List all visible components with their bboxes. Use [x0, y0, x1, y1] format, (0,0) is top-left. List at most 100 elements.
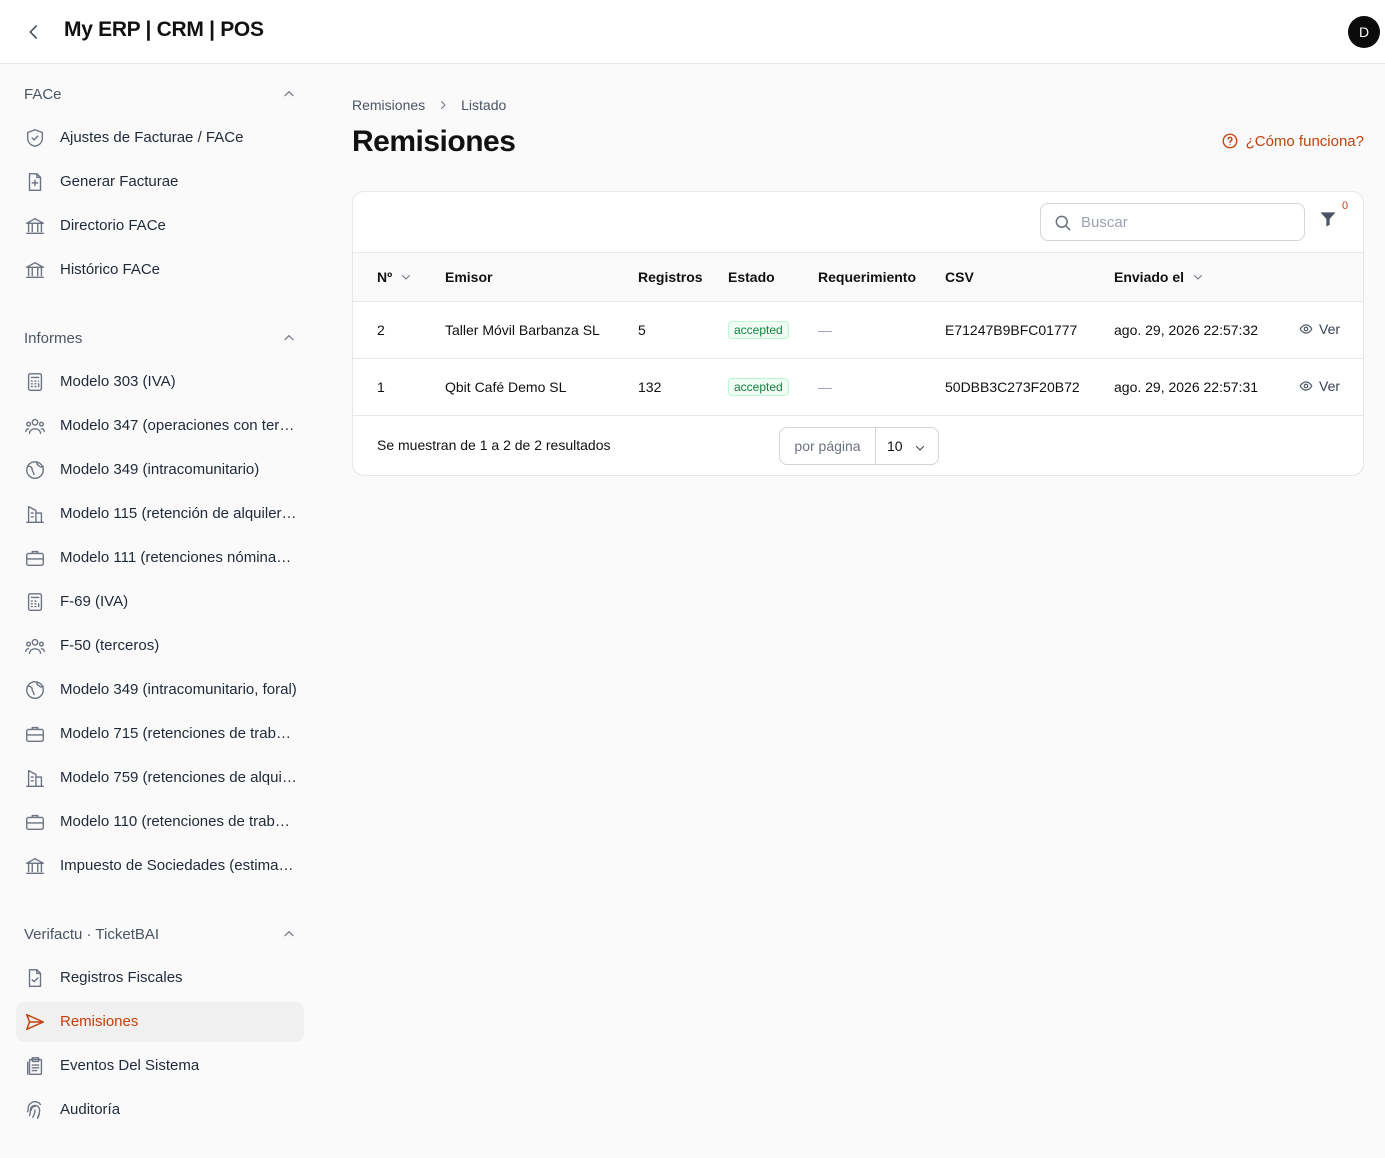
sidebar-item-label: Modelo 115 (retención de alquileres): [60, 505, 298, 522]
sidebar-item-label: Ajustes de Facturae / FACe: [60, 129, 244, 146]
chevron-up-icon: [284, 931, 294, 937]
calculator-icon: [24, 591, 46, 613]
sidebar: FACe Ajustes de Facturae / FACe Generar …: [0, 65, 320, 1158]
sidebar-item-modelo-349-foral[interactable]: Modelo 349 (intracomunitario, foral): [16, 670, 304, 710]
cell-requerimiento: —: [818, 322, 832, 338]
breadcrumb-current: Listado: [461, 97, 507, 113]
globe-icon: [24, 679, 46, 701]
sidebar-item-label: Impuesto de Sociedades (estimación): [60, 857, 298, 874]
sidebar-item-auditoria[interactable]: Auditoría: [16, 1090, 304, 1130]
chevron-right-icon: [437, 99, 449, 111]
column-header-emisor: Emisor: [445, 269, 493, 285]
column-header-registros: Registros: [638, 269, 703, 285]
building-library-icon: [24, 259, 46, 281]
sidebar-group-verifactu[interactable]: Verifactu · TicketBAI: [24, 922, 296, 946]
paper-airplane-icon: [24, 1011, 46, 1033]
search-input[interactable]: [1081, 212, 1296, 232]
sidebar-item-modelo-347[interactable]: Modelo 347 (operaciones con terceros): [16, 406, 304, 446]
view-button[interactable]: Ver: [1299, 321, 1340, 337]
sidebar-item-label: Modelo 759 (retenciones de alquileres): [60, 769, 298, 786]
status-badge: accepted: [728, 321, 789, 339]
per-page-label: por página: [780, 428, 876, 464]
building-library-icon: [24, 215, 46, 237]
cell-csv: 50DBB3C273F20B72: [945, 379, 1080, 395]
remisiones-table-card: 0 Nº Emisor Registros Estado Requerimien…: [352, 191, 1364, 476]
sidebar-item-modelo-759[interactable]: Modelo 759 (retenciones de alquileres): [16, 758, 304, 798]
funnel-icon: [1320, 212, 1336, 227]
per-page-select[interactable]: 10: [876, 428, 938, 464]
help-link-label: ¿Cómo funciona?: [1245, 132, 1364, 150]
briefcase-icon: [24, 811, 46, 833]
chevron-down-icon: [1194, 275, 1203, 280]
sidebar-item-ajustes-facturae[interactable]: Ajustes de Facturae / FACe: [16, 118, 304, 158]
cell-registros: 5: [638, 322, 646, 338]
sidebar-group-informes[interactable]: Informes: [24, 326, 296, 350]
cell-enviado: ago. 29, 2026 22:57:31: [1114, 379, 1259, 395]
chevron-down-icon: [402, 275, 411, 280]
sidebar-item-registros-fiscales[interactable]: Registros Fiscales: [16, 958, 304, 998]
chevron-down-icon: [915, 445, 925, 451]
results-summary: Se muestran de 1 a 2 de 2 resultados: [377, 437, 611, 453]
sidebar-item-directorio-face[interactable]: Directorio FACe: [16, 206, 304, 246]
sidebar-item-label: Directorio FACe: [60, 217, 166, 234]
sidebar-item-modelo-303[interactable]: Modelo 303 (IVA): [16, 362, 304, 402]
sidebar-item-label: F-69 (IVA): [60, 593, 129, 610]
sidebar-item-label: Modelo 715 (retenciones de trabajo): [60, 725, 298, 742]
user-avatar[interactable]: D: [1348, 16, 1380, 48]
sidebar-item-eventos-sistema[interactable]: Eventos Del Sistema: [16, 1046, 304, 1086]
filter-button[interactable]: [1318, 209, 1342, 233]
column-header-enviado[interactable]: Enviado el: [1114, 269, 1204, 285]
status-badge: accepted: [728, 378, 789, 396]
table-header: Nº Emisor Registros Estado Requerimiento…: [353, 252, 1363, 302]
question-circle-icon: [1222, 133, 1238, 149]
fingerprint-icon: [24, 1099, 46, 1121]
building-office-icon: [24, 767, 46, 789]
filter-count-badge: 0: [1342, 200, 1349, 212]
table-row: 2 Taller Móvil Barbanza SL 5 accepted — …: [353, 302, 1363, 359]
sidebar-item-label: Generar Facturae: [60, 173, 179, 190]
cell-emisor: Qbit Café Demo SL: [445, 379, 567, 395]
sidebar-item-label: Modelo 110 (retenciones de trabajo): [60, 813, 298, 830]
page-title: Remisiones: [352, 125, 516, 158]
help-link[interactable]: ¿Cómo funciona?: [1221, 132, 1364, 150]
briefcase-icon: [24, 547, 46, 569]
back-button[interactable]: [22, 20, 46, 44]
sidebar-item-modelo-349[interactable]: Modelo 349 (intracomunitario): [16, 450, 304, 490]
eye-icon: [1299, 324, 1313, 334]
sidebar-item-remisiones[interactable]: Remisiones: [16, 1002, 304, 1042]
search-field[interactable]: [1040, 203, 1305, 241]
sidebar-item-label: F-50 (terceros): [60, 637, 160, 654]
per-page-value: 10: [887, 438, 903, 454]
sidebar-item-f-69[interactable]: F-69 (IVA): [16, 582, 304, 622]
view-button-label: Ver: [1319, 378, 1341, 394]
cell-num: 1: [377, 379, 385, 395]
sidebar-item-modelo-110[interactable]: Modelo 110 (retenciones de trabajo): [16, 802, 304, 842]
search-icon: [1055, 215, 1071, 231]
sidebar-item-label: Modelo 349 (intracomunitario, foral): [60, 681, 297, 698]
breadcrumb-parent[interactable]: Remisiones: [352, 97, 425, 113]
view-button[interactable]: Ver: [1299, 378, 1340, 394]
sidebar-item-historico-face[interactable]: Histórico FACe: [16, 250, 304, 290]
sidebar-item-f-50[interactable]: F-50 (terceros): [16, 626, 304, 666]
sidebar-item-modelo-715[interactable]: Modelo 715 (retenciones de trabajo): [16, 714, 304, 754]
document-check-icon: [24, 967, 46, 989]
column-header-csv: CSV: [945, 269, 974, 285]
sidebar-item-modelo-111[interactable]: Modelo 111 (retenciones nóminas y profes…: [16, 538, 304, 578]
sidebar-item-generar-facturae[interactable]: Generar Facturae: [16, 162, 304, 202]
column-header-num[interactable]: Nº: [377, 269, 412, 285]
view-button-label: Ver: [1319, 321, 1341, 337]
sidebar-item-impuesto-sociedades[interactable]: Impuesto de Sociedades (estimación): [16, 846, 304, 886]
sidebar-item-modelo-115[interactable]: Modelo 115 (retención de alquileres): [16, 494, 304, 534]
cell-requerimiento: —: [818, 379, 832, 395]
column-header-requerimiento: Requerimiento: [818, 269, 917, 285]
document-plus-icon: [24, 171, 46, 193]
sidebar-item-label: Remisiones: [60, 1013, 139, 1030]
briefcase-icon: [24, 723, 46, 745]
sidebar-group-face[interactable]: FACe: [24, 82, 296, 106]
sidebar-item-label: Eventos Del Sistema: [60, 1057, 200, 1074]
sidebar-group-title: FACe: [24, 85, 62, 103]
sidebar-item-label: Modelo 303 (IVA): [60, 373, 176, 390]
user-group-icon: [24, 635, 46, 657]
sidebar-item-label: Histórico FACe: [60, 261, 161, 278]
cell-csv: E71247B9BFC01777: [945, 322, 1078, 338]
